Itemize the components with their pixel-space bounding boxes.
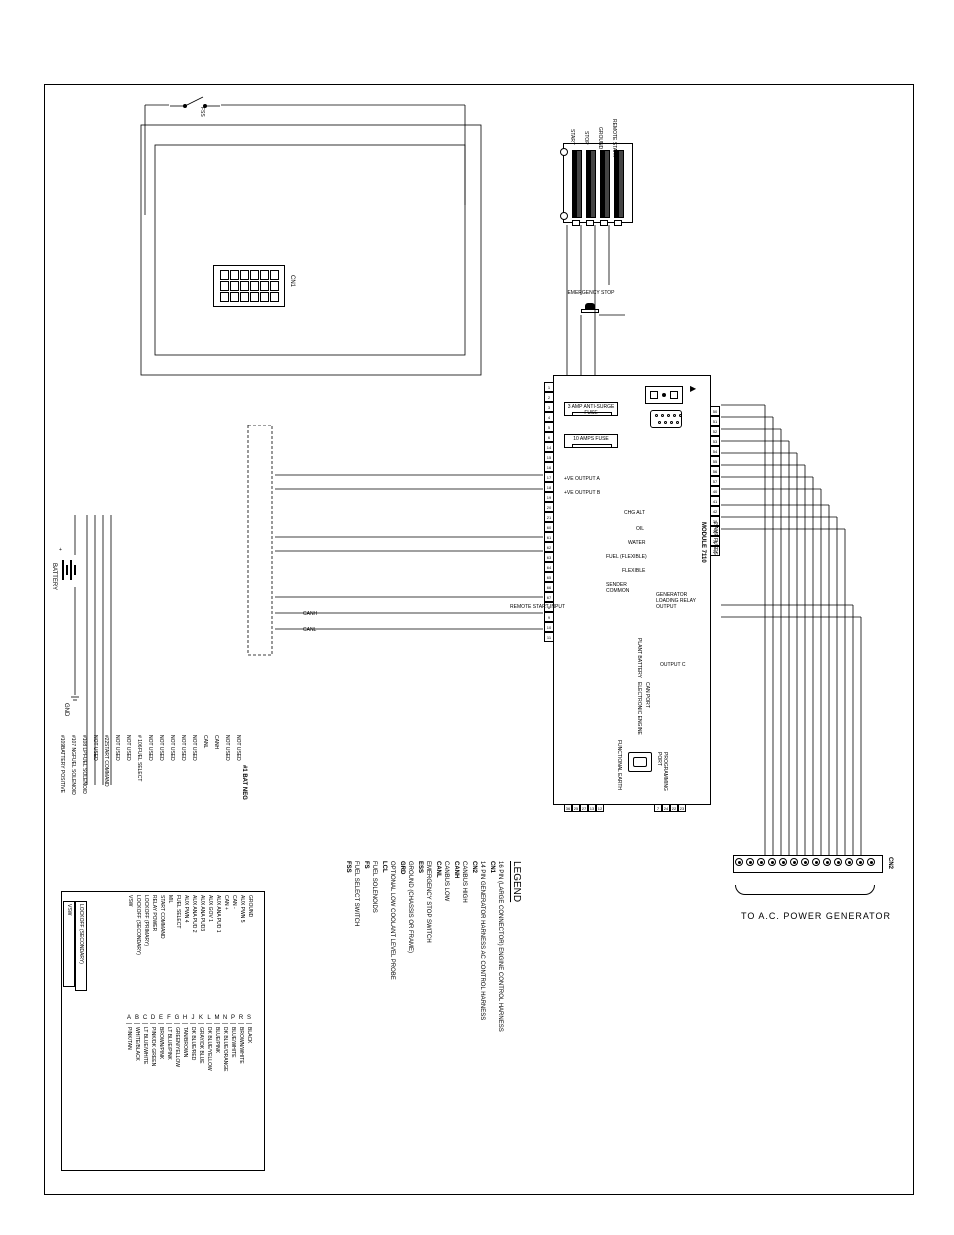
switch-stop[interactable] bbox=[586, 150, 596, 218]
color-legend-box bbox=[61, 891, 265, 1171]
switch-knob-2 bbox=[560, 212, 568, 220]
sender-common-label: SENDER COMMON bbox=[606, 582, 646, 594]
programming-port-icon bbox=[628, 752, 652, 772]
left-terminal-hub bbox=[240, 425, 280, 670]
module-display bbox=[645, 386, 683, 404]
output-c-label: OUTPUT C bbox=[660, 662, 685, 668]
wiring-diagram-page: BATTERY + GND FSS START STOP GROUND REMO… bbox=[44, 84, 914, 1195]
program-port-label: PROGRAMMING PORT bbox=[656, 752, 668, 800]
battery-plus: + bbox=[59, 547, 62, 553]
fuse-3amp: 3 AMP ANTI-SURGE FUSE bbox=[564, 402, 618, 416]
out-a-label: +VE OUTPUT A bbox=[564, 476, 600, 482]
module-right-terminals: 505152535455565740414238292826 bbox=[710, 406, 720, 556]
out-b-label: +VE OUTPUT B bbox=[564, 490, 600, 496]
flexible-label: FLEXIBLE bbox=[622, 568, 645, 574]
cn2-brace bbox=[735, 885, 875, 895]
fuel-flex-label: FUEL (FLEXIBLE) bbox=[606, 554, 647, 560]
water-label: WATER bbox=[628, 540, 646, 546]
remote-start-label: REMOTE START INPUT bbox=[510, 604, 565, 610]
fss-switch-icon bbox=[165, 91, 225, 121]
module-arrow-right: ▶ bbox=[690, 384, 696, 393]
oil-label: OIL bbox=[636, 526, 644, 532]
bat-neg-label: #1 BAT NEG bbox=[241, 765, 247, 800]
legend-list: CN116 PIN (LARGE CONNECTOR) ENGINE CONTR… bbox=[345, 861, 503, 1032]
switch-start[interactable] bbox=[572, 150, 582, 218]
cn2-terminals bbox=[735, 858, 875, 866]
fuse-10amp: 10 AMPS FUSE bbox=[564, 434, 618, 448]
canl-wire-label: CANL bbox=[303, 627, 316, 633]
can-port-label: CAN PORT bbox=[644, 682, 650, 708]
cn1-plug-label: CN1 bbox=[289, 275, 295, 287]
switch-ground-label: GROUND bbox=[597, 127, 603, 149]
emergency-stop-button[interactable] bbox=[581, 303, 599, 313]
wiring-overlay bbox=[45, 85, 915, 955]
switch-stop-label: STOP bbox=[583, 131, 589, 145]
switch-ground[interactable] bbox=[600, 150, 610, 218]
plant-bat-label: PLANT BATTERY bbox=[636, 638, 642, 678]
module-bottom-terminals-2: 7242223 bbox=[654, 804, 686, 812]
chg-alt-label: CHG ALT bbox=[624, 510, 645, 516]
cn1-pin-descriptions: #109BATTERY POSITIVE#107 NGFUEL SOLENOID… bbox=[55, 735, 241, 795]
battery-symbol bbox=[61, 555, 77, 585]
switch-remote-label: REMOTE START bbox=[611, 119, 617, 158]
to-generator-label: TO A.C. POWER GENERATOR bbox=[741, 911, 891, 921]
battery-label: BATTERY bbox=[51, 563, 57, 590]
switch-start-label: START bbox=[569, 129, 575, 145]
db9-port bbox=[650, 410, 682, 428]
switch-remote[interactable] bbox=[614, 150, 624, 218]
module-left-terminals: 1234561415161718192021606162636465666789… bbox=[544, 382, 554, 642]
estop-label: EMERGENCY STOP bbox=[561, 290, 621, 296]
legend-title: LEGEND bbox=[511, 861, 522, 902]
module-bottom-terminals: 3625271312 bbox=[564, 804, 604, 812]
canh-wire-label: CANH bbox=[303, 611, 317, 617]
elec-engine-label: ELECTRONIC ENGINE bbox=[636, 682, 642, 735]
switch-panel bbox=[563, 143, 633, 223]
module-name-label: MODULE 7110 bbox=[700, 522, 706, 563]
gnd-label: GND bbox=[63, 703, 69, 716]
gen-load-label: GENERATOR LOADING RELAY OUTPUT bbox=[656, 592, 698, 610]
switch-knob-1 bbox=[560, 148, 568, 156]
module-7110: ▶ 3 AMP ANTI-SURGE FUSE 10 AMPS FUSE +VE… bbox=[553, 375, 711, 805]
cn2-label: CN2 bbox=[887, 857, 893, 869]
cn1-plug bbox=[213, 265, 285, 307]
func-earth-label: FUNCTIONAL EARTH bbox=[616, 740, 622, 790]
